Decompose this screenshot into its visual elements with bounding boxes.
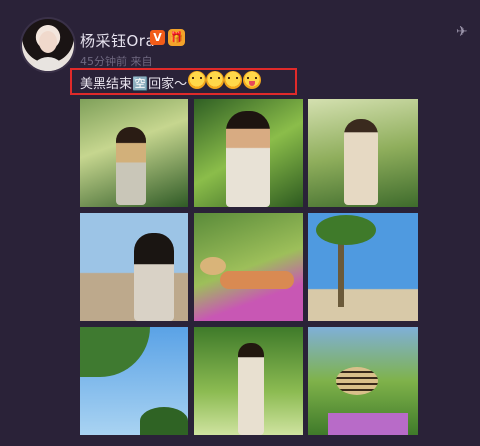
photo-2[interactable]	[194, 99, 303, 207]
post-meta: 45分钟前 来自	[80, 55, 153, 68]
avatar[interactable]	[22, 19, 74, 71]
verified-badge: V	[150, 30, 165, 45]
avatar-face	[39, 31, 57, 53]
photo-7[interactable]	[80, 327, 188, 435]
avatar-shoulder	[30, 57, 66, 71]
level-badge-icon: 🎁	[168, 29, 185, 46]
photo-3[interactable]	[308, 99, 418, 207]
text-highlight-box	[70, 68, 297, 95]
share-icon[interactable]: ✈	[456, 24, 468, 40]
photo-9[interactable]	[308, 327, 418, 435]
photo-5[interactable]	[194, 213, 303, 321]
photo-6[interactable]	[308, 213, 418, 321]
photo-8[interactable]	[194, 327, 303, 435]
username[interactable]: 杨采钰Ora	[80, 30, 155, 51]
photo-1[interactable]	[80, 99, 188, 207]
photo-4[interactable]	[80, 213, 188, 321]
